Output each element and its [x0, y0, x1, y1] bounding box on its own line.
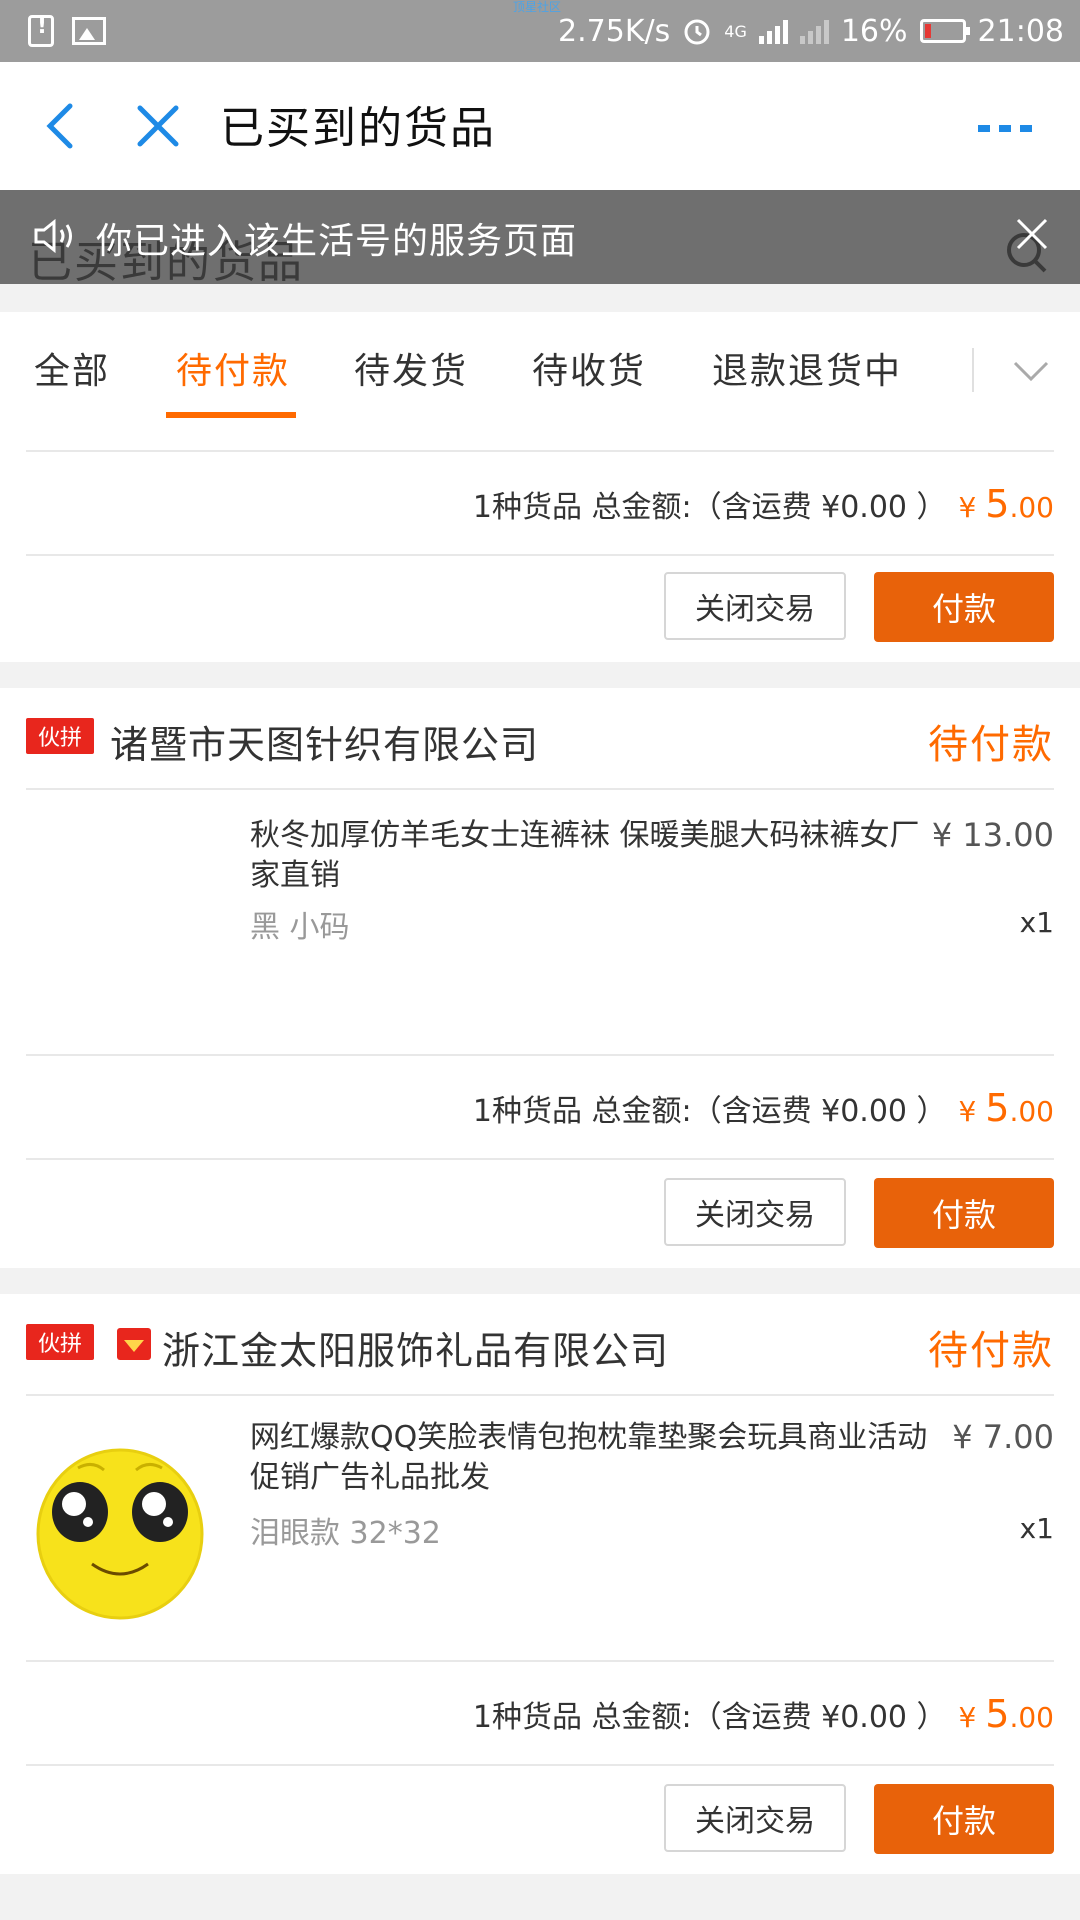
page-title: 已买到的货品: [220, 103, 496, 154]
divider: [26, 1660, 1054, 1662]
notice-text: 你已进入该生活号的服务页面: [96, 221, 578, 262]
order-summary: 1种货品 总金额:（含运费 ¥0.00 ） ¥ 5.00: [473, 1692, 1054, 1736]
order-status: 待付款: [928, 1328, 1054, 1374]
pay-button[interactable]: 付款: [874, 1784, 1054, 1854]
signal-secondary-icon: [799, 18, 829, 44]
group-buy-badge: 伙拼: [26, 718, 94, 754]
service-notice-banner: 已买到的货品 你已进入该生活号的服务页面: [0, 190, 1080, 284]
order-card: 1种货品 总金额:（含运费 ¥0.00 ） ¥ 5.00 关闭交易 付款: [0, 420, 1080, 662]
divider: [26, 1054, 1054, 1056]
signal-icon: [758, 18, 788, 44]
battery-icon: [919, 19, 970, 43]
more-options-icon[interactable]: [976, 122, 1034, 134]
tab-pending-payment[interactable]: 待付款: [176, 342, 290, 394]
order-card: 伙拼 诸暨市天图针织有限公司 待付款 秋冬加厚仿羊毛女士连裤袜 保暖美腿大码袜裤…: [0, 688, 1080, 1268]
item-title[interactable]: 网红爆款QQ笑脸表情包抱枕靠垫聚会玩具商业活动促销广告礼品批发: [250, 1418, 930, 1498]
network-type: 4G: [724, 21, 747, 41]
order-summary: 1种货品 总金额:（含运费 ¥0.00 ） ¥ 5.00: [473, 482, 1054, 526]
status-bar: 顶星社区 2.75K/s 4G 16% 21:08: [0, 0, 1080, 62]
order-total: ¥ 5.00: [958, 1086, 1054, 1130]
tab-pending-shipment[interactable]: 待发货: [354, 342, 468, 394]
close-trade-button[interactable]: 关闭交易: [664, 572, 846, 640]
close-trade-button[interactable]: 关闭交易: [664, 1784, 846, 1852]
tab-refunds[interactable]: 退款退货中: [712, 342, 902, 394]
summary-text: 1种货品 总金额:（含运费 ¥0.00 ）: [472, 1700, 947, 1735]
order-card: 伙拼 浙江金太阳服饰礼品有限公司 待付款 网红爆款QQ笑脸表情包抱枕靠垫聚会玩具…: [0, 1294, 1080, 1874]
battery-percent: 16%: [840, 13, 908, 49]
shop-name[interactable]: 诸暨市天图针织有限公司: [110, 714, 539, 769]
summary-text: 1种货品 总金额:（含运费 ¥0.00 ）: [472, 490, 947, 525]
alarm-icon: [684, 19, 710, 45]
close-icon[interactable]: [134, 102, 182, 150]
divider: [26, 1394, 1054, 1396]
brand-watermark: 顶星社区: [513, 0, 562, 14]
group-buy-badge: 伙拼: [26, 1324, 94, 1360]
item-sku: 泪眼款 32*32: [250, 1516, 441, 1551]
item-title[interactable]: 秋冬加厚仿羊毛女士连裤袜 保暖美腿大码袜裤女厂家直销: [250, 816, 930, 896]
divider: [26, 1764, 1054, 1766]
navigation-bar: 已买到的货品: [0, 62, 1080, 190]
product-thumbnail[interactable]: [30, 1438, 210, 1628]
divider: [26, 1158, 1054, 1160]
pay-button[interactable]: 付款: [874, 572, 1054, 642]
divider: [26, 450, 1054, 452]
clock: 21:08: [977, 13, 1064, 49]
network-speed: 2.75K/s: [558, 13, 671, 49]
order-total: ¥ 5.00: [958, 482, 1054, 526]
divider: [26, 554, 1054, 556]
item-price: ¥ 7.00: [952, 1418, 1054, 1456]
image-notification-icon: [72, 17, 106, 45]
summary-text: 1种货品 总金额:（含运费 ¥0.00 ）: [472, 1094, 947, 1129]
back-arrow-icon[interactable]: [40, 102, 80, 150]
tab-pending-receipt[interactable]: 待收货: [532, 342, 646, 394]
speaker-icon: [34, 218, 72, 254]
order-status: 待付款: [928, 722, 1054, 768]
active-tab-indicator: [166, 412, 296, 418]
order-summary: 1种货品 总金额:（含运费 ¥0.00 ） ¥ 5.00: [473, 1086, 1054, 1130]
item-sku: 黑 小码: [250, 910, 350, 945]
tab-divider: [972, 348, 974, 392]
item-price: ¥ 13.00: [931, 816, 1054, 854]
notice-close-icon[interactable]: [1014, 216, 1050, 252]
item-quantity: x1: [1019, 906, 1054, 939]
order-status-tabs: 全部 待付款 待发货 待收货 退款退货中: [0, 312, 1080, 421]
order-total: ¥ 5.00: [958, 1692, 1054, 1736]
pay-button[interactable]: 付款: [874, 1178, 1054, 1248]
chevron-down-icon[interactable]: [1012, 360, 1050, 382]
shop-name[interactable]: 浙江金太阳服饰礼品有限公司: [162, 1320, 669, 1375]
store-icon: [117, 1328, 151, 1360]
tab-all[interactable]: 全部: [34, 342, 110, 394]
close-trade-button[interactable]: 关闭交易: [664, 1178, 846, 1246]
alert-notification-icon: [28, 14, 54, 47]
item-quantity: x1: [1019, 1512, 1054, 1545]
divider: [26, 788, 1054, 790]
